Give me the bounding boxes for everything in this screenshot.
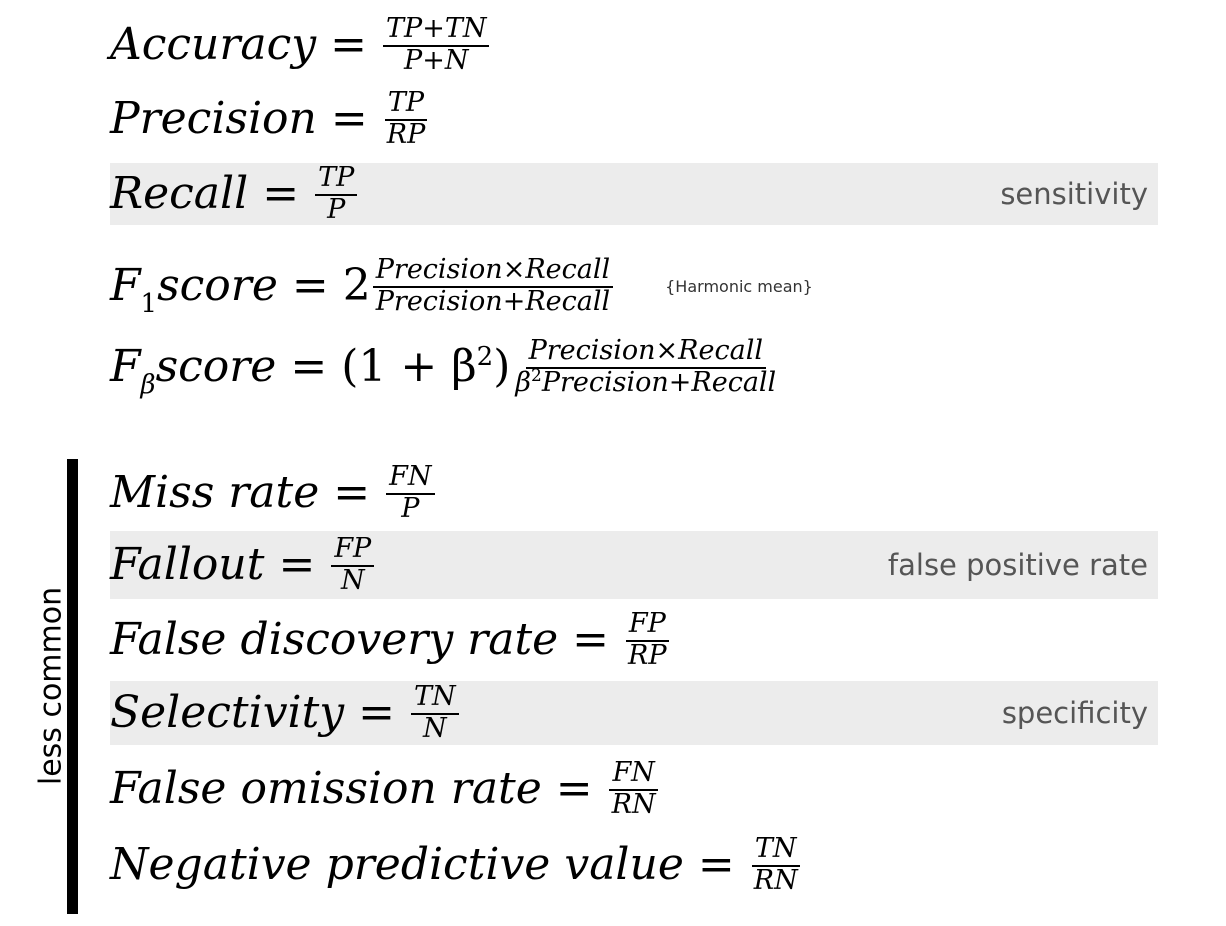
- formula-lhs: Negative predictive value: [110, 839, 684, 890]
- equals-sign: =: [697, 839, 735, 890]
- equals-sign: =: [555, 763, 593, 814]
- formula-f1-score: F1score = 2 Precision×Recall Precision+R…: [110, 250, 813, 322]
- equals-sign: =: [290, 341, 328, 392]
- synonym-note: specificity: [1001, 696, 1148, 730]
- less-common-bracket: [67, 459, 78, 914]
- formula-accuracy: Accuracy = TP+TN P+N: [110, 10, 490, 80]
- formula-lhs: Precision: [110, 93, 317, 144]
- formula-lhs: Selectivity: [110, 687, 345, 738]
- fraction: FP N: [331, 534, 375, 596]
- fraction: TP RP: [384, 88, 429, 150]
- denominator: β2Precision+Recall: [515, 365, 777, 398]
- formula-recall: Recall = TP P sensitivity: [110, 163, 1158, 225]
- numerator: TP+TN: [383, 14, 490, 47]
- fraction: FN P: [386, 462, 435, 524]
- numerator: TP: [384, 88, 428, 121]
- formula-lhs: False omission rate: [110, 763, 542, 814]
- denominator: Precision+Recall: [375, 285, 611, 317]
- denominator: RP: [628, 639, 667, 671]
- equals-sign: =: [291, 260, 329, 311]
- numerator: Precision×Recall: [525, 336, 766, 369]
- formula-selectivity: Selectivity = TN N specificity: [110, 681, 1158, 745]
- coefficient: (1 + β2): [341, 341, 511, 392]
- fraction: TN RN: [751, 834, 801, 896]
- formula-lhs: Miss rate: [110, 467, 320, 518]
- formula-lhs: False discovery rate: [110, 614, 559, 665]
- denominator: P: [401, 492, 420, 524]
- formula-lhs: Recall: [110, 168, 249, 219]
- fraction: Precision×Recall Precision+Recall: [372, 255, 614, 317]
- equals-sign: =: [278, 539, 316, 590]
- synonym-note: false positive rate: [887, 548, 1148, 582]
- numerator: TN: [411, 682, 459, 715]
- numerator: FP: [331, 534, 375, 567]
- formula-lhs: Fallout: [110, 539, 265, 590]
- numerator: FP: [625, 609, 669, 642]
- equals-sign: =: [333, 467, 371, 518]
- fraction: TP+TN P+N: [383, 14, 490, 76]
- synonym-note: sensitivity: [1000, 177, 1148, 211]
- formula-false-omission-rate: False omission rate = FN RN: [110, 754, 659, 824]
- formula-false-discovery-rate: False discovery rate = FP RP: [110, 605, 670, 675]
- equals-sign: =: [262, 168, 300, 219]
- equals-sign: =: [358, 687, 396, 738]
- formula-negative-predictive-value: Negative predictive value = TN RN: [110, 830, 801, 900]
- numerator: TN: [751, 834, 800, 867]
- numerator: TP: [315, 163, 358, 196]
- denominator: RN: [611, 788, 656, 820]
- denominator: N: [423, 712, 447, 744]
- denominator: P: [327, 193, 346, 225]
- formula-precision: Precision = TP RP: [110, 84, 428, 154]
- formula-fallout: Fallout = FP N false positive rate: [110, 531, 1158, 599]
- fraction: TN N: [411, 682, 459, 744]
- formula-miss-rate: Miss rate = FN P: [110, 458, 435, 528]
- harmonic-mean-note: {Harmonic mean}: [665, 276, 813, 296]
- fraction: FN RN: [609, 758, 659, 820]
- denominator: P+N: [404, 44, 469, 76]
- formula-lhs: Accuracy: [110, 19, 317, 70]
- less-common-label: less common: [33, 586, 69, 786]
- equals-sign: =: [330, 93, 368, 144]
- numerator: FN: [386, 462, 435, 495]
- formula-lhs: Fβscore: [110, 341, 277, 400]
- equals-sign: =: [330, 19, 368, 70]
- formula-lhs: F1score: [110, 260, 278, 319]
- denominator: RN: [753, 864, 798, 896]
- coefficient: 2: [342, 260, 371, 311]
- numerator: Precision×Recall: [372, 255, 614, 288]
- numerator: FN: [609, 758, 658, 791]
- formula-fbeta-score: Fβscore = (1 + β2) Precision×Recall β2Pr…: [110, 330, 779, 404]
- denominator: N: [340, 564, 365, 596]
- equals-sign: =: [572, 614, 610, 665]
- fraction: FP RP: [625, 609, 670, 671]
- denominator: RP: [386, 118, 426, 150]
- fraction: Precision×Recall β2Precision+Recall: [512, 336, 779, 398]
- fraction: TP P: [315, 163, 358, 225]
